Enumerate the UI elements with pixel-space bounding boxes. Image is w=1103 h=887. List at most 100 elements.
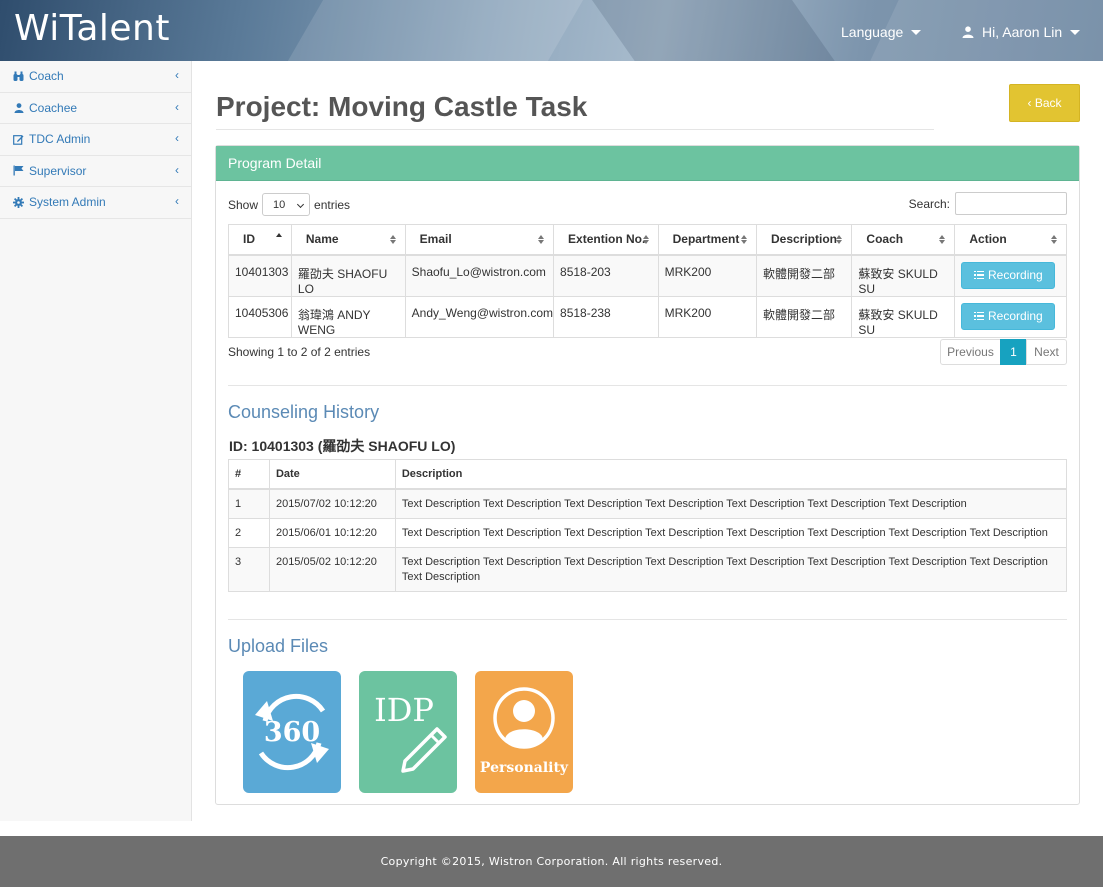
column-header-description[interactable]: Description [755, 224, 853, 256]
flag-icon [13, 165, 24, 176]
list-icon [974, 270, 985, 280]
show-label: Show [228, 197, 259, 212]
user-icon [962, 26, 974, 38]
user-icon [13, 102, 24, 113]
upload-idp-tile[interactable]: IDP [359, 671, 457, 793]
pagination: Previous 1 Next [940, 339, 1067, 365]
sidebar-item-supervisor[interactable]: Supervisor ‹ [0, 156, 191, 187]
sidebar-item-label: Coachee [29, 100, 78, 115]
cell-extension: 8518-238 [553, 295, 659, 338]
search-input[interactable] [955, 192, 1067, 215]
language-label: Language [841, 24, 904, 40]
counseling-history-table: # Date Description 1 2015/07/02 10:12:20… [228, 459, 1068, 592]
tile-360-label: 360 [264, 717, 320, 748]
sort-icon [642, 235, 650, 245]
cell-description: Text Description Text Description Text D… [394, 488, 1068, 519]
cell-number: 1 [228, 488, 270, 519]
top-navbar: WiTalent Language Hi, Aaron Lin [0, 0, 1103, 61]
cell-id: 10405306 [228, 295, 292, 338]
page-title: Project: Moving Castle Task [216, 91, 588, 122]
program-panel: Program Detail Show 10 entries Search: I… [215, 145, 1080, 805]
upload-files-title: Upload Files [228, 636, 329, 656]
sort-icon [538, 235, 545, 245]
cell-coach: 蘇致安 SKULD SU [851, 254, 956, 297]
cell-action: Recording [954, 254, 1067, 297]
sort-icon [1051, 235, 1058, 245]
cell-action: Recording [954, 295, 1067, 338]
copyright-text: Copyright ©2015, Wistron Corporation. Al… [380, 855, 723, 868]
cycle-360-icon: 360 [255, 693, 329, 771]
cell-date: 2015/06/01 10:12:20 [268, 517, 396, 548]
personality-profile-icon: Personality [480, 687, 569, 776]
brand-logo[interactable]: WiTalent [14, 8, 170, 49]
column-header-description: Description [394, 459, 1068, 490]
column-header-extension[interactable]: Extention No. [553, 224, 659, 256]
pagination-next[interactable]: Next [1026, 339, 1067, 365]
table-row: 3 2015/05/02 10:12:20 Text Description T… [228, 546, 1068, 592]
cell-coach: 蘇致安 SKULD SU [851, 295, 956, 338]
table-row: 10405306 翁瑋鴻 ANDY WENG Andy_Weng@wistron… [228, 295, 1067, 338]
column-header-date: Date [268, 459, 396, 490]
entries-select[interactable]: 10 [262, 193, 311, 216]
chevron-left-icon: ‹ [175, 68, 179, 82]
sort-icon [836, 235, 843, 245]
cell-department: MRK200 [657, 295, 757, 338]
program-table: ID Name Email Extention No. Department D… [228, 224, 1067, 338]
user-menu[interactable]: Hi, Aaron Lin [962, 24, 1081, 40]
cell-number: 2 [228, 517, 270, 548]
table-info: Showing 1 to 2 of 2 entries [228, 345, 371, 359]
recording-button[interactable]: Recording [961, 302, 1056, 330]
cell-extension: 8518-203 [553, 254, 659, 297]
recording-button[interactable]: Recording [961, 261, 1056, 289]
column-header-coach[interactable]: Coach [851, 224, 956, 256]
sidebar-item-coach[interactable]: Coach ‹ [0, 61, 191, 93]
sidebar-item-label: TDC Admin [29, 132, 91, 147]
sort-asc-icon [275, 233, 283, 243]
cell-date: 2015/07/02 10:12:20 [268, 488, 396, 519]
cell-name: 翁瑋鴻 ANDY WENG [290, 295, 406, 338]
sidebar-item-label: Supervisor [29, 163, 87, 178]
chevron-left-icon: ‹ [175, 162, 179, 177]
chevron-left-icon: ‹ [175, 99, 179, 114]
section-divider [228, 385, 1067, 386]
sidebar-item-label: Coach [29, 69, 64, 84]
sort-icon [939, 235, 946, 245]
cell-description: Text Description Text Description Text D… [394, 546, 1068, 592]
sidebar: Coach ‹ Coachee ‹ TDC Admin ‹ Supervisor… [0, 61, 192, 821]
column-header-action[interactable]: Action [954, 224, 1067, 256]
language-dropdown[interactable]: Language [841, 24, 922, 40]
caret-down-icon [1070, 29, 1081, 35]
column-header-department[interactable]: Department [657, 224, 757, 256]
back-button[interactable]: ‹ Back [1009, 84, 1080, 122]
sidebar-item-tdc-admin[interactable]: TDC Admin ‹ [0, 124, 191, 156]
list-icon [974, 311, 985, 321]
section-divider [228, 619, 1067, 620]
counseling-history-subject: ID: 10401303 (羅劭夫 SHAOFU LO) [229, 438, 456, 454]
edit-icon [13, 134, 24, 145]
pagination-previous[interactable]: Previous [940, 339, 1001, 365]
table-row: 2 2015/06/01 10:12:20 Text Description T… [228, 517, 1068, 548]
cell-email: Shaofu_Lo@wistron.com [404, 254, 555, 297]
column-header-number: # [228, 459, 270, 490]
header-decoration [577, 0, 863, 61]
cell-id: 10401303 [228, 254, 292, 297]
cell-date: 2015/05/02 10:12:20 [268, 546, 396, 592]
cell-email: Andy_Weng@wistron.com [404, 295, 555, 338]
caret-down-icon [911, 29, 922, 35]
column-header-id[interactable]: ID [228, 224, 292, 256]
sidebar-item-coachee[interactable]: Coachee ‹ [0, 93, 191, 124]
column-header-email[interactable]: Email [404, 224, 555, 256]
pagination-page-1[interactable]: 1 [1000, 339, 1027, 365]
recording-button-label: Recording [988, 309, 1043, 323]
search-label: Search: [908, 196, 950, 211]
upload-personality-tile[interactable]: Personality [475, 671, 573, 793]
entries-label: entries [314, 197, 351, 212]
table-header-row: # Date Description [228, 459, 1068, 490]
table-search: Search: [909, 192, 1067, 215]
tile-idp-label: IDP [374, 691, 434, 729]
upload-tiles: 360 IDP Personality [243, 671, 573, 793]
upload-360-tile[interactable]: 360 [243, 671, 341, 793]
sidebar-item-system-admin[interactable]: System Admin ‹ [0, 187, 191, 219]
column-header-name[interactable]: Name [290, 224, 406, 256]
sort-icon [389, 235, 397, 245]
